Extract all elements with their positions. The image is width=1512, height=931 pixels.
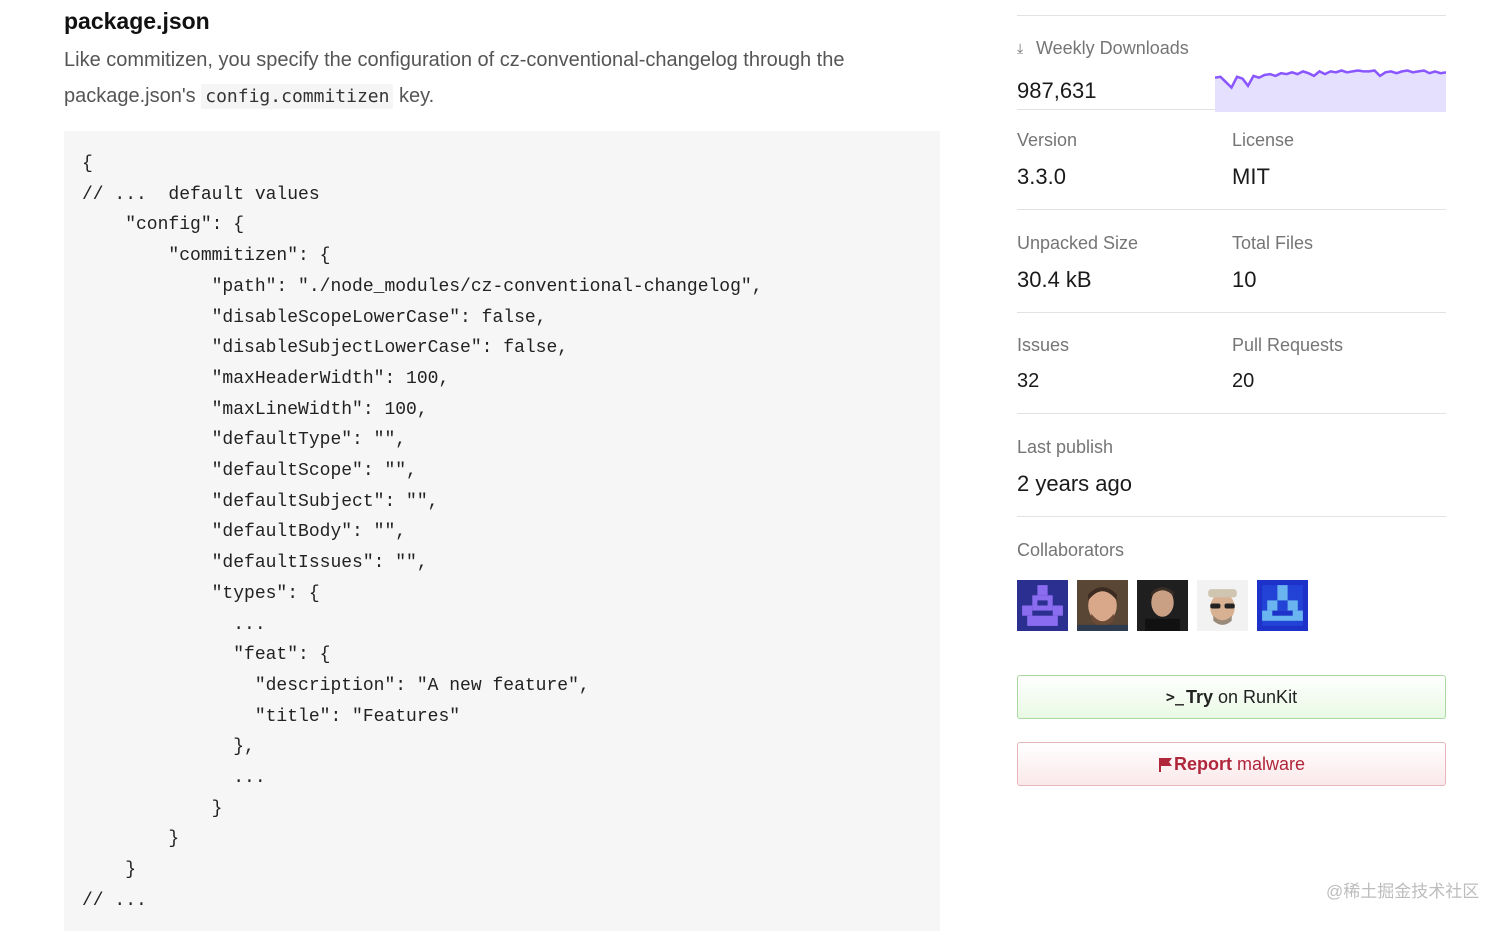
divider: [1017, 109, 1215, 110]
code-line: ...: [233, 768, 266, 789]
code-content: { // ... default values "config": { "com…: [64, 131, 940, 917]
code-line: "defaultBody": "",: [211, 522, 407, 543]
report-text: Report: [1173, 753, 1232, 774]
avatar-photo-man-dark[interactable]: [1137, 580, 1188, 631]
divider: [1017, 209, 1446, 210]
avatar-photo-man[interactable]: [1077, 580, 1128, 631]
issues-label: Issues: [1017, 335, 1070, 355]
avatar-identicon-blue[interactable]: [1257, 580, 1308, 631]
total-files-label: Total Files: [1232, 233, 1314, 253]
version-value: 3.3.0: [1017, 164, 1066, 189]
last-publish-value: 2 years ago: [1017, 471, 1132, 496]
code-line: {: [82, 154, 93, 174]
code-block: { // ... default values "config": { "com…: [64, 131, 940, 931]
divider: [1017, 15, 1446, 16]
sparkline-area: [1215, 70, 1446, 112]
code-line: "maxLineWidth": 100,: [211, 399, 428, 420]
avatar-identicon-purple[interactable]: [1017, 580, 1068, 631]
divider: [1017, 516, 1446, 517]
pull-requests-label: Pull Requests: [1232, 335, 1344, 355]
code-line: ...: [233, 614, 266, 635]
code-line: // ... default values: [82, 184, 320, 205]
code-line: }: [211, 798, 223, 819]
license-value: MIT: [1232, 164, 1270, 189]
weekly-downloads-value: 987,631: [1017, 78, 1097, 103]
divider: [1017, 413, 1446, 414]
code-line: "defaultScope": "",: [211, 461, 417, 482]
description-text: Like commitizen, you specify the configu…: [64, 49, 845, 107]
last-publish-label: Last publish: [1017, 437, 1114, 457]
divider: [1017, 312, 1446, 313]
downloads-sparkline[interactable]: [1215, 60, 1446, 112]
inline-code: config.commitizen: [201, 84, 394, 109]
flag-icon: [1158, 757, 1172, 772]
code-line: "defaultType": "",: [211, 430, 407, 451]
malware-text: malware: [1236, 753, 1306, 774]
weekly-downloads-label: Weekly Downloads: [1036, 38, 1189, 58]
code-line: "path": "./node_modules/cz-conventional-…: [211, 276, 763, 297]
code-line: "types": {: [211, 583, 320, 604]
code-line: // ...: [82, 890, 147, 911]
unpacked-size-value: 30.4 kB: [1017, 267, 1092, 292]
description-text-end: key.: [399, 85, 435, 107]
issues-value[interactable]: 32: [1017, 370, 1039, 393]
version-label: Version: [1017, 130, 1078, 150]
section-heading: package.json: [64, 8, 210, 34]
unpacked-size-label: Unpacked Size: [1017, 233, 1139, 253]
code-line: "description": "A new feature",: [254, 675, 590, 696]
code-line: }: [168, 829, 180, 850]
avatar-photo-sunglasses[interactable]: [1197, 580, 1248, 631]
terminal-icon: >_: [1165, 688, 1184, 706]
license-label: License: [1232, 130, 1295, 150]
try-on-runkit-button[interactable]: >_ Try on RunKit: [1017, 675, 1446, 719]
report-malware-button[interactable]: Report malware: [1017, 742, 1446, 786]
section-description: Like commitizen, you specify the configu…: [64, 42, 934, 115]
pull-requests-value[interactable]: 20: [1232, 370, 1254, 393]
code-line: "feat": {: [233, 645, 331, 666]
code-line: "disableSubjectLowerCase": false,: [211, 338, 569, 359]
watermark: @稀土掘金技术社区: [1326, 882, 1480, 901]
code-line: "commitizen": {: [168, 246, 331, 267]
runkit-try-text: Try: [1185, 686, 1214, 707]
code-line: "disableScopeLowerCase": false,: [211, 307, 547, 328]
code-line: "maxHeaderWidth": 100,: [211, 368, 450, 389]
code-line: },: [233, 737, 255, 758]
runkit-rest-text: on RunKit: [1218, 686, 1298, 707]
total-files-value: 10: [1232, 267, 1257, 292]
download-icon: ⤓: [1017, 40, 1024, 56]
code-line: "defaultSubject": "",: [211, 491, 439, 512]
code-line: "title": "Features": [254, 706, 461, 727]
code-line: "defaultIssues": "",: [211, 553, 428, 574]
code-line: "config": {: [125, 215, 245, 236]
collaborators-label: Collaborators: [1017, 540, 1125, 560]
code-line: }: [125, 860, 137, 881]
